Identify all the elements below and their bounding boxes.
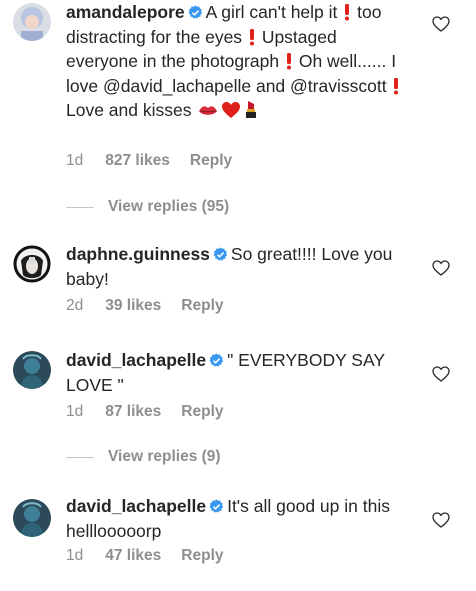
verified-badge-icon (209, 353, 224, 368)
divider-line (66, 206, 94, 208)
comment-text-part: Love and kisses (66, 100, 192, 120)
reply-button[interactable]: Reply (181, 403, 223, 421)
avatar[interactable] (13, 499, 51, 537)
lipstick-emoji (243, 99, 259, 119)
comments-thread: amandalepore A girl can't help it too dis… (0, 0, 476, 591)
comment-meta: 1d 47 likes Reply (66, 547, 224, 565)
comment-text-part: A girl can't help it (205, 2, 338, 22)
verified-badge-icon (188, 5, 203, 20)
view-replies-button[interactable]: View replies (95) (66, 198, 229, 218)
verified-badge-icon (209, 499, 224, 514)
view-replies-button[interactable]: View replies (9) (66, 448, 221, 468)
view-replies-label: View replies (95) (108, 198, 230, 215)
comment-meta: 2d 39 likes Reply (66, 297, 224, 315)
comment-username[interactable]: amandalepore (66, 2, 185, 22)
divider-line (66, 456, 94, 458)
red-exclamation-emoji (343, 3, 351, 21)
like-heart-icon[interactable] (432, 16, 450, 32)
likes-count[interactable]: 39 likes (105, 297, 161, 315)
likes-count[interactable]: 87 likes (105, 403, 161, 421)
red-exclamation-emoji (248, 28, 256, 46)
view-replies-label: View replies (9) (108, 448, 221, 465)
avatar[interactable] (13, 351, 51, 389)
comment-text: david_lachapelle " EVERYBODY SAY LOVE " (66, 348, 406, 397)
like-heart-icon[interactable] (432, 366, 450, 382)
like-heart-icon[interactable] (432, 260, 450, 276)
comment-time: 1d (66, 547, 84, 564)
avatar[interactable] (13, 245, 51, 283)
comment-meta: 1d 827 likes Reply (66, 152, 232, 170)
comment-username[interactable]: david_lachapelle (66, 350, 206, 370)
red-exclamation-emoji (392, 77, 400, 95)
comment-text: david_lachapelle It's all good up in this… (66, 494, 406, 543)
kiss-mark-emoji (197, 103, 219, 119)
reply-button[interactable]: Reply (190, 152, 232, 170)
likes-count[interactable]: 827 likes (105, 152, 170, 170)
comment-text: daphne.guinness So great!!!! Love you bab… (66, 242, 406, 291)
verified-badge-icon (213, 247, 228, 262)
comment-time: 2d (66, 297, 84, 314)
comment-meta: 1d 87 likes Reply (66, 403, 224, 421)
reply-button[interactable]: Reply (181, 297, 223, 315)
comment-username[interactable]: david_lachapelle (66, 496, 206, 516)
like-heart-icon[interactable] (432, 512, 450, 528)
comment-time: 1d (66, 152, 84, 169)
likes-count[interactable]: 47 likes (105, 547, 161, 565)
reply-button[interactable]: Reply (181, 547, 223, 565)
comment-username[interactable]: daphne.guinness (66, 244, 210, 264)
comment-text: amandalepore A girl can't help it too dis… (66, 0, 406, 123)
avatar[interactable] (13, 3, 51, 41)
comment-time: 1d (66, 403, 84, 420)
red-heart-emoji (221, 101, 241, 119)
red-exclamation-emoji (285, 52, 293, 70)
